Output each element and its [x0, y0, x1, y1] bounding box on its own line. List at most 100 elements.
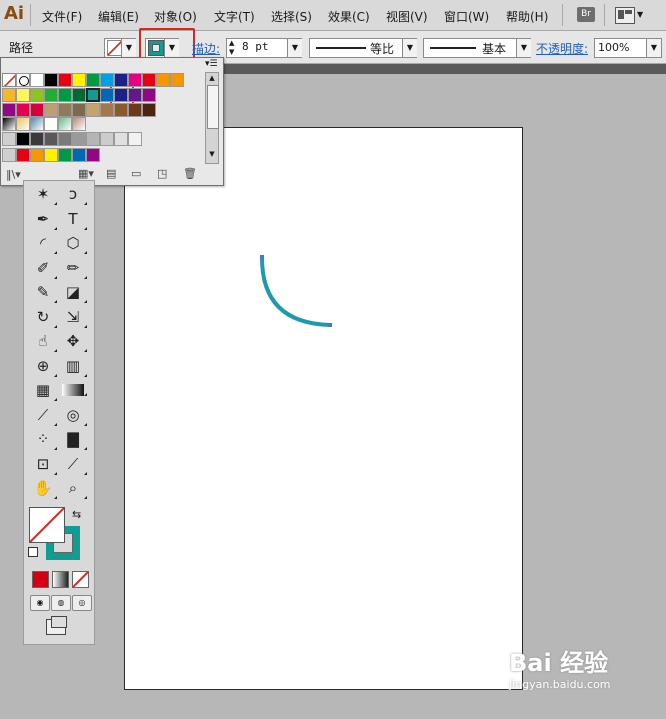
scale-icon[interactable]: ⇲: [62, 306, 87, 328]
width-profile-select[interactable]: 等比 ▼: [309, 38, 417, 58]
swatch[interactable]: [44, 88, 58, 102]
swatch[interactable]: [44, 148, 58, 162]
opacity-field[interactable]: 100% ▼: [594, 38, 662, 58]
paintbrush-icon[interactable]: ✐: [32, 257, 57, 279]
swatch[interactable]: [128, 103, 142, 117]
swatch-libraries-icon[interactable]: ‖\▾: [6, 168, 21, 181]
swatch[interactable]: [114, 103, 128, 117]
arc-icon[interactable]: ◜: [32, 232, 57, 254]
arc-anchor-end[interactable]: [328, 323, 332, 327]
swatch[interactable]: [128, 73, 142, 87]
swatch[interactable]: [72, 103, 86, 117]
pen-icon[interactable]: ✒: [32, 208, 57, 230]
swatch[interactable]: [72, 88, 86, 102]
swatch[interactable]: [100, 88, 114, 102]
zoom-icon[interactable]: ⌕: [62, 477, 87, 499]
swatch[interactable]: [30, 132, 44, 146]
swatch[interactable]: [30, 73, 44, 87]
opacity-panel-link[interactable]: 不透明度:: [536, 40, 588, 57]
swatch-group-folder-icon[interactable]: [2, 132, 16, 146]
polygon-icon[interactable]: ⬡: [62, 232, 87, 254]
shape-builder-icon[interactable]: ⊕: [32, 355, 57, 377]
slice-icon[interactable]: ⟋: [62, 453, 87, 475]
swatch[interactable]: [44, 132, 58, 146]
menu-select[interactable]: 选择(S): [271, 8, 312, 25]
swatch[interactable]: [114, 132, 128, 146]
swatch-scrollbar[interactable]: ▲ ▼: [205, 72, 219, 164]
swatch-selected[interactable]: [86, 88, 100, 102]
swatch[interactable]: [44, 73, 58, 87]
swatch[interactable]: [58, 148, 72, 162]
brush-dropdown-icon[interactable]: ▼: [516, 39, 531, 57]
artboard-icon[interactable]: ⊡: [32, 453, 57, 475]
swatch[interactable]: [170, 73, 184, 87]
menu-object[interactable]: 对象(O): [154, 8, 197, 25]
pattern-swatch[interactable]: [44, 117, 58, 131]
panel-menu-icon[interactable]: ▾☰: [205, 59, 218, 69]
draw-behind-icon[interactable]: ◍: [51, 595, 71, 611]
brush-select[interactable]: 基本 ▼: [423, 38, 531, 58]
pattern-swatch[interactable]: [72, 117, 86, 131]
none-mode-icon[interactable]: [72, 571, 89, 588]
menu-window[interactable]: 窗口(W): [444, 8, 489, 25]
swatch-registration-icon[interactable]: [16, 73, 30, 87]
menu-effect[interactable]: 效果(C): [328, 8, 370, 25]
screen-mode-icon[interactable]: [46, 616, 67, 635]
mesh-icon[interactable]: ▦: [32, 379, 57, 401]
symbol-sprayer-icon[interactable]: ⁘: [32, 428, 57, 450]
swatch[interactable]: [142, 88, 156, 102]
swatch-group-folder-icon[interactable]: [2, 148, 16, 162]
swap-fill-stroke-icon[interactable]: ⇆: [72, 508, 81, 521]
stroke-weight-dropdown-icon[interactable]: ▼: [287, 39, 302, 57]
swatch[interactable]: [86, 103, 100, 117]
stroke-dropdown-icon[interactable]: ▼: [164, 39, 179, 57]
swatch[interactable]: [86, 73, 100, 87]
swatch[interactable]: [72, 148, 86, 162]
swatch[interactable]: [114, 88, 128, 102]
swatch[interactable]: [86, 148, 100, 162]
pattern-swatch[interactable]: [30, 117, 44, 131]
swatch[interactable]: [58, 103, 72, 117]
pattern-swatch[interactable]: [2, 117, 16, 131]
show-kinds-icon[interactable]: ▦▾: [78, 167, 94, 180]
magic-wand-icon[interactable]: ✶: [32, 183, 57, 205]
pencil-icon[interactable]: ✏: [62, 257, 87, 279]
swatch[interactable]: [58, 132, 72, 146]
draw-normal-icon[interactable]: ◉: [30, 595, 50, 611]
swatch[interactable]: [142, 103, 156, 117]
pattern-swatch[interactable]: [58, 117, 72, 131]
workspace-switcher-icon[interactable]: [615, 7, 635, 24]
perspective-grid-icon[interactable]: ▥: [62, 355, 87, 377]
warp-icon[interactable]: ☝: [32, 330, 57, 352]
menu-help[interactable]: 帮助(H): [506, 8, 548, 25]
swatch[interactable]: [58, 73, 72, 87]
swatch-none-icon[interactable]: [2, 73, 16, 87]
default-fill-stroke-icon[interactable]: [28, 547, 38, 557]
swatch[interactable]: [72, 73, 86, 87]
eyedropper-icon[interactable]: ⟋: [32, 404, 57, 426]
lasso-icon[interactable]: ↄ: [62, 183, 87, 205]
gradient-icon[interactable]: [62, 384, 87, 396]
swatch[interactable]: [30, 103, 44, 117]
opacity-dropdown-icon[interactable]: ▼: [646, 39, 661, 57]
column-graph-icon[interactable]: ▇: [62, 428, 87, 450]
swatch[interactable]: [156, 73, 170, 87]
rotate-icon[interactable]: ↻: [32, 306, 57, 328]
delete-swatch-icon[interactable]: 🗑: [183, 167, 197, 180]
swatch[interactable]: [44, 103, 58, 117]
eraser-icon[interactable]: ◪: [62, 281, 87, 303]
menu-edit[interactable]: 编辑(E): [98, 8, 139, 25]
swatch[interactable]: [72, 132, 86, 146]
pattern-swatch[interactable]: [16, 117, 30, 131]
gradient-mode-icon[interactable]: [52, 571, 69, 588]
color-mode-icon[interactable]: [32, 571, 49, 588]
swatch[interactable]: [16, 148, 30, 162]
swatch[interactable]: [142, 73, 156, 87]
swatch[interactable]: [128, 132, 142, 146]
draw-inside-icon[interactable]: ◎: [72, 595, 92, 611]
arc-anchor-start[interactable]: [260, 255, 264, 259]
swatch[interactable]: [30, 148, 44, 162]
swatch[interactable]: [58, 88, 72, 102]
swatch[interactable]: [114, 73, 128, 87]
blob-brush-icon[interactable]: ✎: [32, 281, 57, 303]
